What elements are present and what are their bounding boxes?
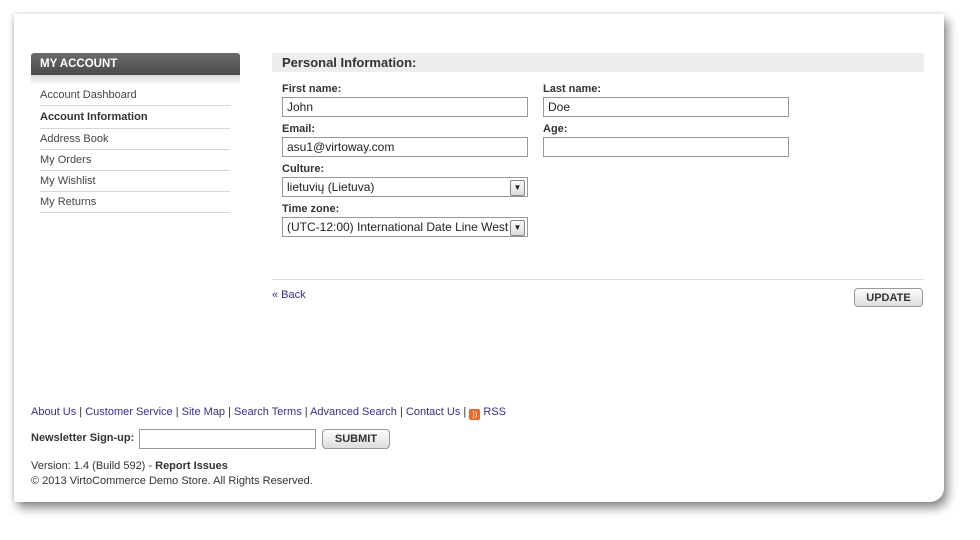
sidebar-header-fade [31, 75, 240, 85]
page-container: MY ACCOUNT Account Dashboard Account Inf… [14, 14, 944, 502]
culture-field: Culture: lietuvių (Lietuva) ▼ [282, 163, 528, 197]
time-zone-label: Time zone: [282, 203, 340, 215]
section-title: Personal Information: [272, 53, 924, 72]
footer-link-site-map[interactable]: Site Map [182, 406, 225, 418]
sidebar-item-account-dashboard[interactable]: Account Dashboard [40, 85, 230, 106]
email-input[interactable] [282, 137, 528, 157]
age-field: Age: [543, 123, 789, 157]
personal-info-section: Personal Information: [272, 53, 924, 72]
footer-link-rss[interactable]: RSS [483, 406, 506, 418]
rss-icon[interactable]: )) [469, 409, 481, 420]
footer-link-contact-us[interactable]: Contact Us [406, 406, 460, 418]
back-link[interactable]: « Back [272, 289, 306, 301]
first-name-label: First name: [282, 83, 342, 95]
chevron-down-icon[interactable]: ▼ [510, 180, 525, 196]
footer-link-advanced-search[interactable]: Advanced Search [310, 406, 397, 418]
sidebar-item-account-information[interactable]: Account Information [40, 106, 230, 129]
sidebar-item-my-returns[interactable]: My Returns [40, 192, 230, 213]
submit-button[interactable]: SUBMIT [322, 429, 390, 449]
sidebar-header: MY ACCOUNT [31, 53, 240, 75]
sidebar-item-my-wishlist[interactable]: My Wishlist [40, 171, 230, 192]
footer-link-search-terms[interactable]: Search Terms [234, 406, 302, 418]
newsletter-label: Newsletter Sign-up: [31, 432, 135, 444]
time-zone-field: Time zone: (UTC-12:00) International Dat… [282, 203, 528, 237]
last-name-label: Last name: [543, 83, 602, 95]
culture-select[interactable]: lietuvių (Lietuva) ▼ [282, 177, 528, 197]
time-zone-select[interactable]: (UTC-12:00) International Date Line West… [282, 217, 528, 237]
email-label: Email: [282, 123, 316, 135]
last-name-field: Last name: [543, 83, 789, 117]
first-name-input[interactable] [282, 97, 528, 117]
email-field: Email: [282, 123, 528, 157]
footer-links: About Us | Customer Service | Site Map |… [31, 406, 506, 420]
sidebar-item-address-book[interactable]: Address Book [40, 129, 230, 150]
version-info: Version: 1.4 (Build 592) - Report Issues [31, 460, 228, 472]
form-divider [272, 279, 924, 280]
footer-link-customer-service[interactable]: Customer Service [85, 406, 172, 418]
time-zone-selected-value: (UTC-12:00) International Date Line West [287, 220, 509, 234]
update-button[interactable]: UPDATE [854, 288, 923, 307]
culture-label: Culture: [282, 163, 325, 175]
newsletter-input[interactable] [139, 429, 316, 449]
sidebar-item-my-orders[interactable]: My Orders [40, 150, 230, 171]
culture-selected-value: lietuvių (Lietuva) [287, 180, 375, 194]
chevron-down-icon[interactable]: ▼ [510, 220, 525, 236]
report-issues-link[interactable]: Report Issues [155, 460, 228, 472]
age-label: Age: [543, 123, 568, 135]
copyright: © 2013 VirtoCommerce Demo Store. All Rig… [31, 475, 313, 487]
footer-link-about-us[interactable]: About Us [31, 406, 76, 418]
age-input[interactable] [543, 137, 789, 157]
first-name-field: First name: [282, 83, 528, 117]
last-name-input[interactable] [543, 97, 789, 117]
account-sidebar: MY ACCOUNT Account Dashboard Account Inf… [31, 53, 240, 213]
version-text: Version: 1.4 (Build 592) - [31, 460, 156, 472]
